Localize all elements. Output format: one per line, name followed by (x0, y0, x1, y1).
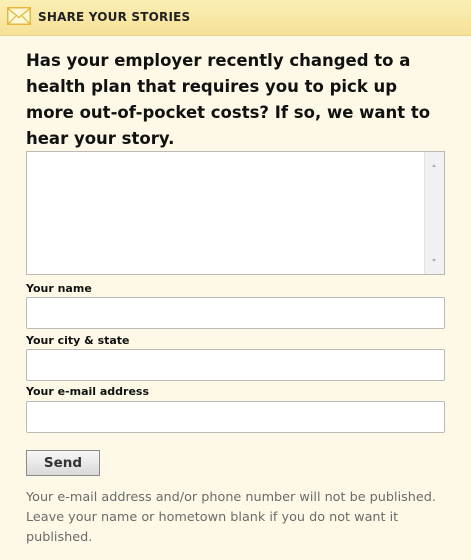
story-textarea-frame (26, 151, 445, 275)
story-scrollbar[interactable] (424, 152, 444, 274)
name-label: Your name (26, 282, 92, 295)
widget-header: SHARE YOUR STORIES (0, 0, 471, 36)
share-stories-widget: SHARE YOUR STORIES Has your employer rec… (0, 0, 471, 560)
city-state-input[interactable] (26, 349, 445, 381)
name-input[interactable] (26, 297, 445, 329)
envelope-icon (7, 7, 31, 25)
email-input[interactable] (26, 401, 445, 433)
privacy-disclaimer: Your e-mail address and/or phone number … (26, 490, 436, 545)
story-textarea[interactable] (27, 152, 424, 274)
scroll-down-icon[interactable] (432, 259, 436, 262)
city-state-label: Your city & state (26, 334, 130, 347)
send-button[interactable]: Send (26, 450, 100, 476)
scroll-up-icon[interactable] (432, 164, 436, 167)
story-prompt: Has your employer recently changed to a … (26, 51, 431, 148)
email-label: Your e-mail address (26, 385, 150, 398)
widget-title: SHARE YOUR STORIES (38, 10, 191, 24)
